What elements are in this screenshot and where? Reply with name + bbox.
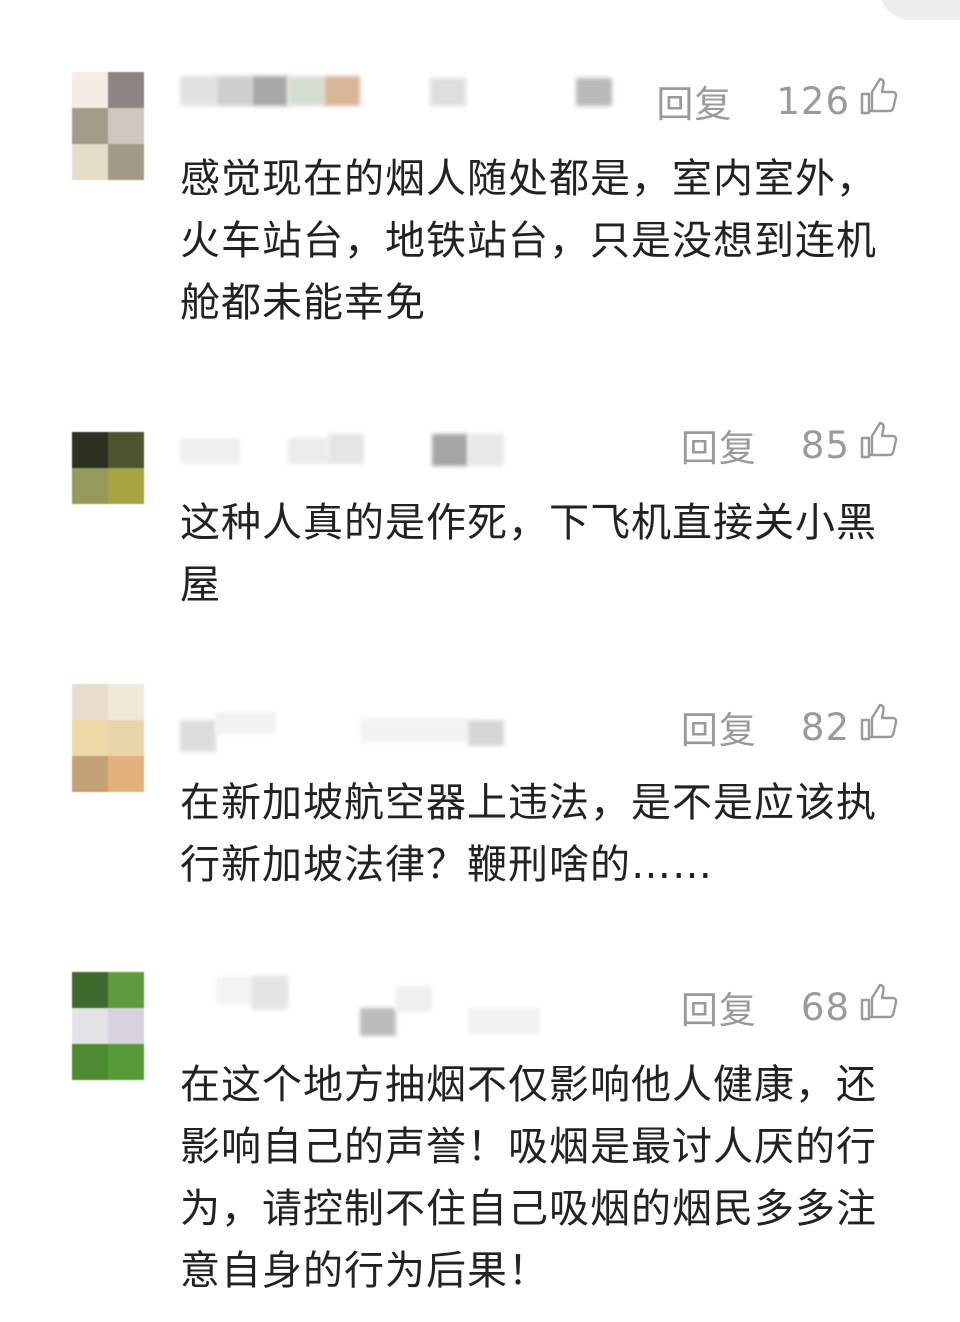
thumbs-up-icon[interactable] xyxy=(858,703,898,743)
avatar[interactable] xyxy=(72,432,144,504)
comment-text: 感觉现在的烟人随处都是，室内室外， 火车站台，地铁站台，只是没想到连机 舱都未能… xyxy=(180,156,877,326)
comment-text: 在新加坡航空器上违法，是不是应该执 行新加坡法律？鞭刑啥的…… xyxy=(180,780,877,888)
comment-text: 在这个地方抽烟不仅影响他人健康，还 影响自己的声誉！吸烟是最讨人厌的行 为，请控… xyxy=(180,1062,877,1294)
avatar[interactable] xyxy=(72,72,144,180)
like-count: 82 xyxy=(800,705,850,749)
like-count: 85 xyxy=(800,423,850,467)
comment-actions: 回复 82 xyxy=(681,702,898,752)
username-pixelated[interactable] xyxy=(180,706,620,752)
like-count: 68 xyxy=(800,985,850,1029)
avatar[interactable] xyxy=(72,972,144,1080)
username-pixelated[interactable] xyxy=(180,972,620,1036)
top-right-corner-shade xyxy=(880,0,960,20)
comment-actions: 回复 68 xyxy=(681,982,898,1032)
like-count: 126 xyxy=(776,79,850,123)
reply-button[interactable]: 回复 xyxy=(681,980,757,1034)
thumbs-up-icon[interactable] xyxy=(858,983,898,1023)
thumbs-up-icon[interactable] xyxy=(858,421,898,461)
reply-button[interactable]: 回复 xyxy=(656,74,732,128)
comment-actions: 回复 85 xyxy=(681,420,898,470)
username-pixelated[interactable] xyxy=(180,432,620,468)
comment-text: 这种人真的是作死，下飞机直接关小黑 屋 xyxy=(180,500,877,608)
reply-button[interactable]: 回复 xyxy=(681,418,757,472)
comment-actions: 回复 126 xyxy=(656,76,898,126)
thumbs-up-icon[interactable] xyxy=(858,77,898,117)
reply-button[interactable]: 回复 xyxy=(681,700,757,754)
avatar[interactable] xyxy=(72,684,144,792)
username-pixelated[interactable] xyxy=(180,74,620,110)
